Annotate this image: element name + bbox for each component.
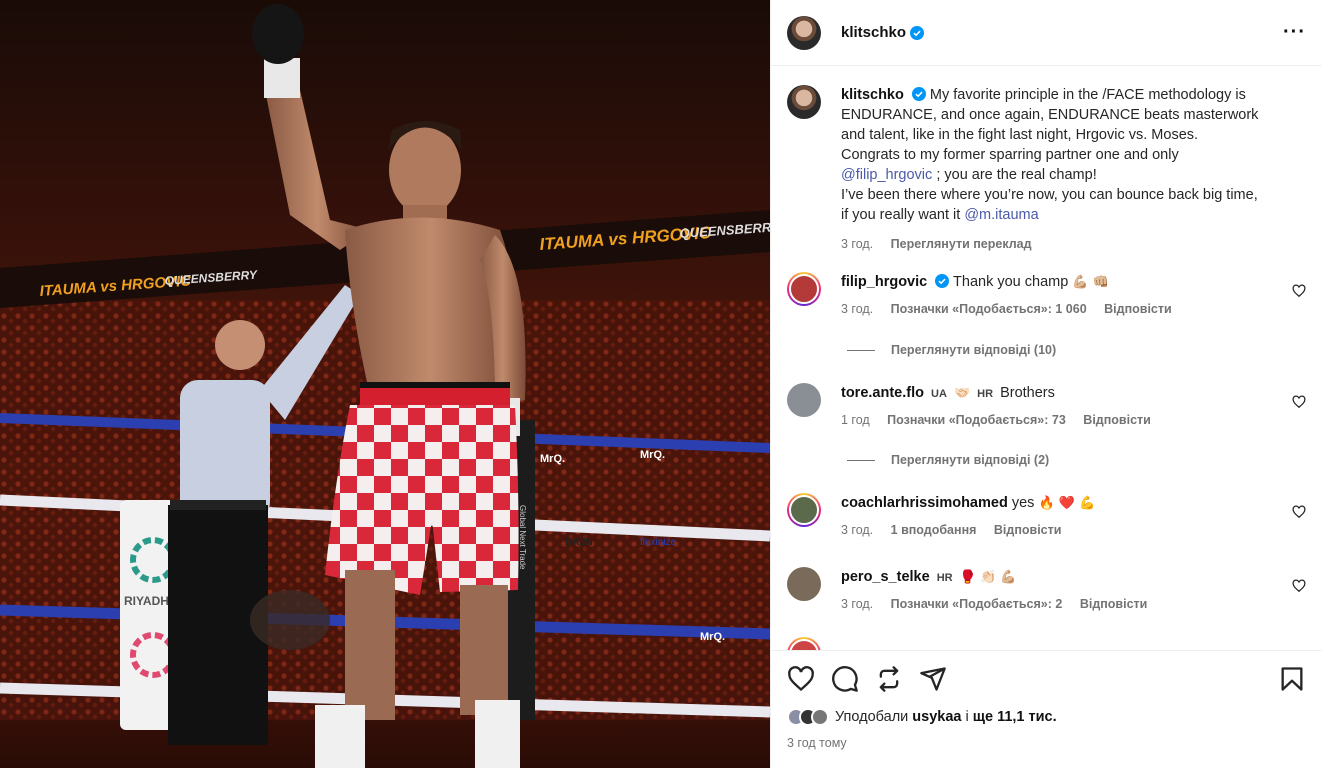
verified-badge-icon bbox=[935, 274, 950, 288]
comment-like-icon[interactable] bbox=[1292, 579, 1306, 593]
commenter-avatar[interactable] bbox=[787, 383, 821, 417]
author-avatar[interactable] bbox=[787, 15, 821, 50]
comment-likes[interactable]: Позначки «Подобається»: 73 bbox=[887, 413, 1066, 427]
reply-button[interactable]: Відповісти bbox=[1104, 302, 1172, 316]
replies-line bbox=[847, 459, 875, 461]
comment-text: Thank you champ bbox=[953, 274, 1069, 290]
comment: filip_hrgovic Thank you champ 💪🏼 👊🏼 3 го… bbox=[787, 272, 1306, 319]
verified-badge-icon bbox=[910, 25, 925, 40]
commenter-avatar[interactable] bbox=[787, 567, 821, 601]
comment-partial bbox=[787, 637, 1306, 650]
comment-username[interactable]: pero_s_telke bbox=[841, 569, 930, 585]
comment-time: 1 год bbox=[841, 413, 870, 427]
comment: pero_s_telke HR 🥊 👏🏻 💪🏼 3 год. Позначки … bbox=[787, 567, 1306, 614]
comments-area[interactable]: klitschko My favorite principle in the /… bbox=[771, 67, 1322, 650]
svg-text:MrQ.: MrQ. bbox=[640, 449, 665, 461]
svg-text:flexinize: flexinize bbox=[640, 537, 677, 548]
mention-link[interactable]: @filip_hrgovic bbox=[841, 167, 932, 183]
comment-time: 3 год. bbox=[841, 597, 874, 611]
comment-username[interactable]: tore.ante.flo bbox=[841, 385, 924, 401]
comment-emoji: 🤝🏻 bbox=[953, 386, 971, 401]
reply-button[interactable]: Відповісти bbox=[1080, 597, 1148, 611]
comment-icon[interactable] bbox=[831, 665, 859, 693]
comment-like-icon[interactable] bbox=[1292, 395, 1306, 409]
view-replies-label: Переглянути відповіді (2) bbox=[891, 453, 1050, 467]
country-code: HR bbox=[936, 572, 953, 584]
comment-emojis: 🔥 ❤️ 💪 bbox=[1038, 496, 1096, 511]
likes-prefix: Уподобали bbox=[835, 709, 909, 725]
see-translation-link[interactable]: Переглянути переклад bbox=[891, 237, 1032, 251]
caption-time: 3 год. bbox=[841, 237, 874, 251]
author-username[interactable]: klitschko bbox=[841, 24, 906, 41]
bookmark-icon[interactable] bbox=[1278, 665, 1306, 693]
likes-middle: і bbox=[961, 709, 973, 725]
likes-summary[interactable]: Уподобали usykaa і ще 11,1 тис. bbox=[787, 708, 1306, 726]
comment-username[interactable]: coachlarhrissimohamed bbox=[841, 495, 1008, 511]
more-icon[interactable]: ··· bbox=[1283, 21, 1306, 44]
liker-avatar bbox=[811, 708, 829, 726]
action-bar bbox=[771, 650, 1322, 710]
comment-like-icon[interactable] bbox=[1292, 505, 1306, 519]
comment-username[interactable]: filip_hrgovic bbox=[841, 274, 927, 290]
view-replies-label: Переглянути відповіді (10) bbox=[891, 343, 1057, 357]
post-photo[interactable]: ITAUMA vs HRGOVIC QUEENSBERRY ITAUMA vs … bbox=[0, 0, 770, 768]
caption-line: I’ve been there where you’re now, you ca… bbox=[841, 187, 1258, 203]
commenter-avatar[interactable] bbox=[787, 272, 821, 306]
replies-line bbox=[847, 349, 875, 351]
mention-link[interactable]: @m.itauma bbox=[964, 207, 1038, 223]
caption-line: ENDURANCE, and once again, ENDURANCE bea… bbox=[841, 107, 1259, 123]
repost-icon[interactable] bbox=[875, 665, 903, 693]
author-avatar-caption[interactable] bbox=[787, 85, 821, 119]
comment: tore.ante.flo UA 🤝🏻 HR Brothers 1 год По… bbox=[787, 383, 1306, 430]
comment-likes[interactable]: Позначки «Подобається»: 2 bbox=[891, 597, 1063, 611]
svg-text:MrQ.: MrQ. bbox=[540, 453, 565, 465]
comment-text: Brothers bbox=[1000, 385, 1055, 401]
post-sidebar: klitschko ··· klitschko My favorite prin… bbox=[770, 0, 1322, 768]
comment-emojis: 🥊 👏🏻 💪🏼 bbox=[959, 570, 1017, 585]
verified-badge-icon bbox=[911, 87, 926, 101]
comment-time: 3 год. bbox=[841, 302, 874, 316]
boxing-photo: ITAUMA vs HRGOVIC QUEENSBERRY ITAUMA vs … bbox=[0, 0, 770, 768]
post-header: klitschko ··· bbox=[771, 0, 1322, 66]
view-replies-button[interactable]: Переглянути відповіді (10) bbox=[847, 343, 1056, 357]
liker-username[interactable]: usykaa bbox=[912, 709, 961, 725]
view-replies-button[interactable]: Переглянути відповіді (2) bbox=[847, 453, 1049, 467]
heart-icon[interactable] bbox=[787, 665, 815, 693]
comment-like-icon[interactable] bbox=[1292, 284, 1306, 298]
comment-likes[interactable]: Позначки «Подобається»: 1 060 bbox=[891, 302, 1087, 316]
likes-others[interactable]: ще 11,1 тис. bbox=[973, 709, 1057, 725]
commenter-avatar[interactable] bbox=[787, 493, 821, 527]
comment-text: yes bbox=[1011, 495, 1035, 511]
caption-line: My favorite principle in the /FACE metho… bbox=[929, 87, 1246, 103]
post-time: 3 год тому bbox=[787, 736, 847, 750]
caption: klitschko My favorite principle in the /… bbox=[787, 85, 1306, 254]
country-code: HR bbox=[977, 388, 994, 400]
caption-line: and talent, like in the fight last night… bbox=[841, 127, 1199, 143]
commenter-avatar[interactable] bbox=[787, 637, 821, 650]
country-code: UA bbox=[931, 388, 947, 400]
comment-time: 3 год. bbox=[841, 523, 874, 537]
svg-text:DAZN: DAZN bbox=[565, 537, 593, 548]
opponent bbox=[250, 590, 330, 650]
caption-line: ; you are the real champ! bbox=[932, 167, 1097, 183]
svg-text:Global Next Trade: Global Next Trade bbox=[518, 505, 527, 570]
svg-text:MrQ.: MrQ. bbox=[700, 631, 725, 643]
comment: coachlarhrissimohamed yes 🔥 ❤️ 💪 3 год. … bbox=[787, 493, 1306, 540]
reply-button[interactable]: Відповісти bbox=[1083, 413, 1151, 427]
caption-line: Congrats to my former sparring partner o… bbox=[841, 147, 1179, 163]
comment-emojis: 💪🏼 👊🏼 bbox=[1072, 275, 1109, 290]
caption-line: if you really want it bbox=[841, 207, 965, 223]
comment-likes[interactable]: 1 вподобання bbox=[891, 523, 977, 537]
reply-button[interactable]: Відповісти bbox=[994, 523, 1062, 537]
caption-username[interactable]: klitschko bbox=[841, 87, 904, 103]
share-icon[interactable] bbox=[919, 665, 947, 693]
